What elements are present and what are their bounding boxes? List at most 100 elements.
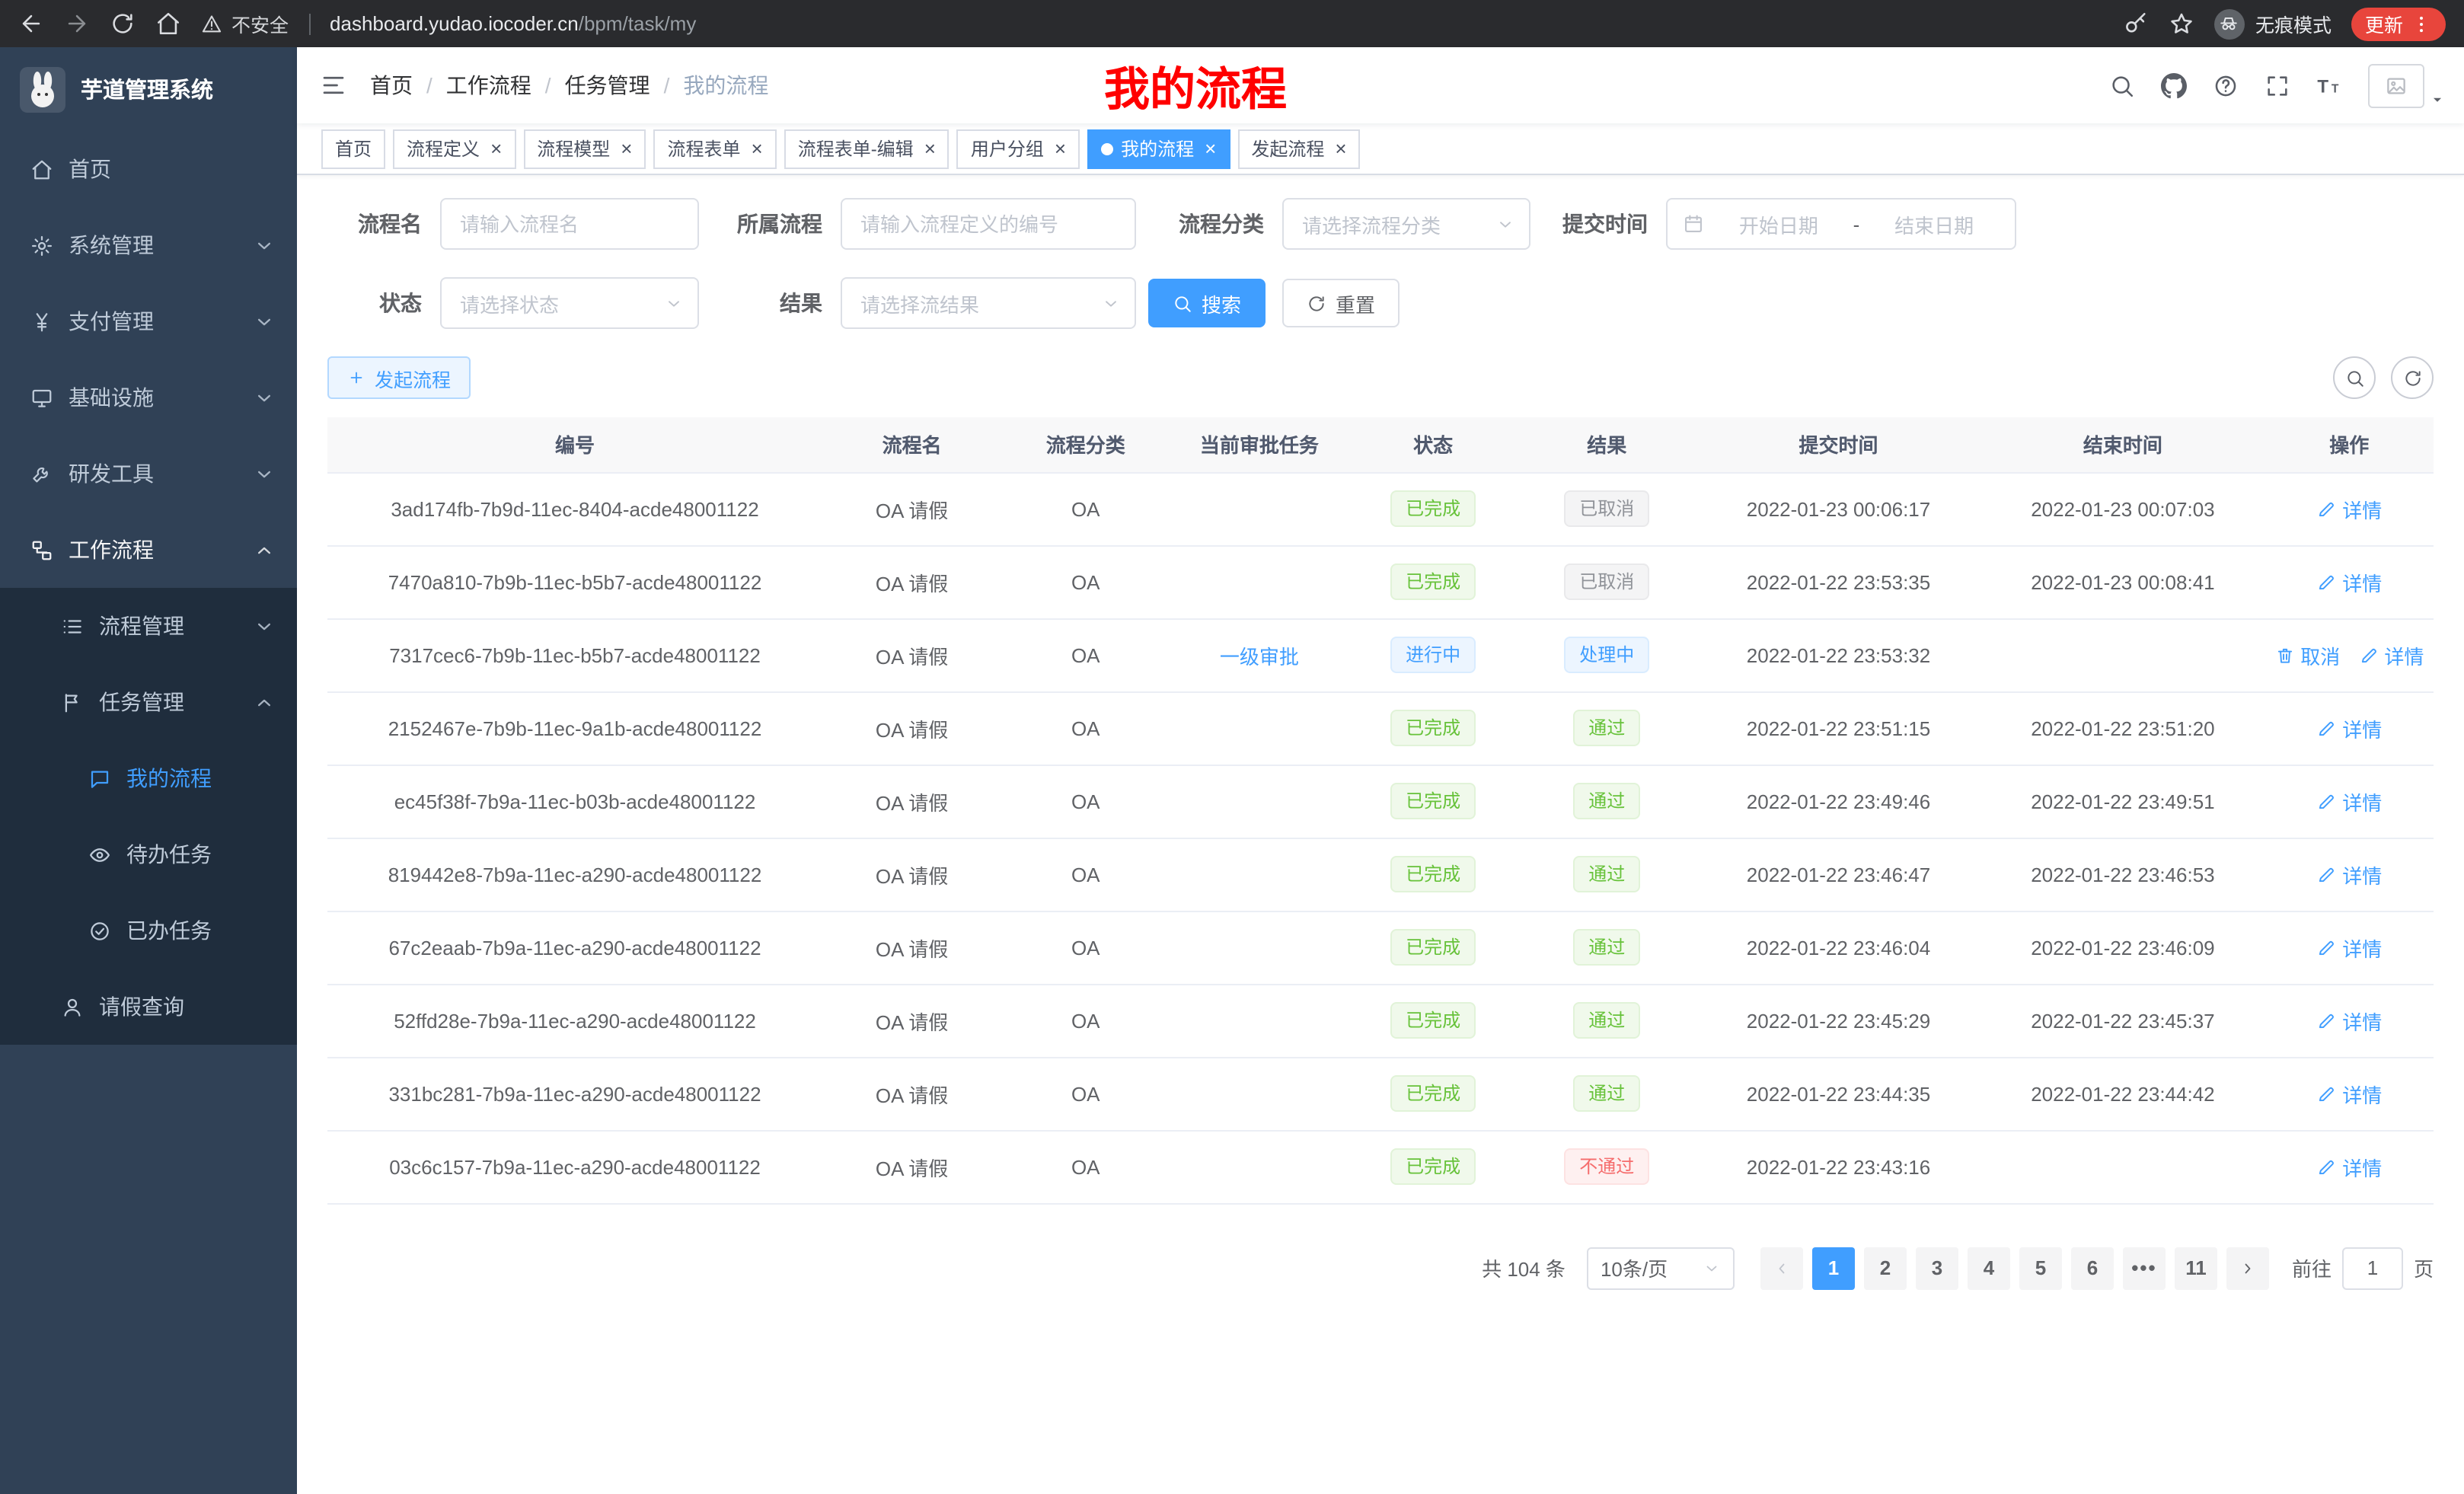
process-name-input[interactable]	[440, 198, 699, 250]
tab-label: 流程定义	[407, 136, 480, 161]
sidebar-item-8[interactable]: 我的流程	[0, 740, 297, 816]
current-task-link[interactable]: 一级审批	[1220, 640, 1299, 669]
address-bar[interactable]: dashboard.yudao.iocoder.cn/bpm/task/my	[330, 12, 696, 35]
pagination-more-button[interactable]: •••	[2123, 1247, 2166, 1289]
breadcrumb-item[interactable]: 工作流程	[446, 70, 531, 101]
browser-back-button[interactable]	[18, 11, 44, 37]
pagination-page-4[interactable]: 4	[1968, 1247, 2010, 1289]
result-select[interactable]: 请选择流结果	[841, 277, 1136, 329]
process-def-input[interactable]	[841, 198, 1136, 250]
pagination-page-2[interactable]: 2	[1864, 1247, 1907, 1289]
close-icon[interactable]: ×	[1055, 139, 1066, 158]
sidebar-toggle-button[interactable]	[297, 47, 370, 123]
detail-link[interactable]: 详情	[2316, 567, 2382, 596]
browser-home-button[interactable]	[155, 11, 181, 37]
detail-link[interactable]: 详情	[2358, 640, 2424, 669]
reset-button[interactable]: 重置	[1282, 279, 1400, 327]
sidebar-item-5[interactable]: 工作流程	[0, 512, 297, 588]
tab-1[interactable]: 流程定义 ×	[393, 129, 515, 168]
browser-menu-icon[interactable]	[2411, 13, 2432, 34]
pagination-page-3[interactable]: 3	[1916, 1247, 1958, 1289]
search-button[interactable]: 搜索	[1148, 279, 1266, 327]
category-select[interactable]: 请选择流程分类	[1282, 198, 1530, 250]
sidebar-item-9[interactable]: 待办任务	[0, 816, 297, 892]
fullscreen-icon[interactable]	[2265, 72, 2290, 98]
table-body: 3ad174fb-7b9d-11ec-8404-acde48001122OA 请…	[327, 472, 2434, 1203]
close-icon[interactable]: ×	[1335, 139, 1346, 158]
detail-link[interactable]: 详情	[2316, 713, 2382, 742]
sidebar-item-10[interactable]: 已办任务	[0, 892, 297, 969]
close-icon[interactable]: ×	[490, 139, 502, 158]
github-icon[interactable]	[2161, 72, 2187, 98]
detail-link[interactable]: 详情	[2316, 1152, 2382, 1181]
sidebar-item-0[interactable]: 首页	[0, 131, 297, 207]
key-icon[interactable]	[2123, 11, 2149, 37]
toggle-search-button[interactable]	[2333, 356, 2376, 399]
prev-page-button[interactable]	[1760, 1247, 1803, 1289]
column-header: 状态	[1348, 417, 1517, 472]
sidebar-item-11[interactable]: 请假查询	[0, 969, 297, 1045]
close-icon[interactable]: ×	[752, 139, 763, 158]
page-size-select[interactable]: 10条/页	[1587, 1247, 1735, 1289]
sidebar-item-label: 系统管理	[69, 230, 154, 260]
cancel-link[interactable]: 取消	[2274, 640, 2340, 669]
close-icon[interactable]: ×	[1205, 139, 1216, 158]
cell-category: OA	[1001, 911, 1170, 984]
cell-actions: 详情	[2265, 765, 2434, 838]
sidebar-item-1[interactable]: 系统管理	[0, 207, 297, 283]
goto-page-input[interactable]	[2342, 1247, 2403, 1289]
close-icon[interactable]: ×	[924, 139, 936, 158]
tab-3[interactable]: 流程表单×	[653, 129, 776, 168]
font-size-icon[interactable]: TT	[2316, 72, 2342, 98]
tab-2[interactable]: 流程模型×	[523, 129, 646, 168]
bookmark-star-icon[interactable]	[2169, 11, 2194, 37]
result-label: 结果	[699, 288, 822, 318]
cell-task	[1170, 765, 1348, 838]
pagination-pages: 123456•••11	[1808, 1247, 2222, 1289]
close-icon[interactable]: ×	[621, 139, 632, 158]
next-page-button[interactable]	[2226, 1247, 2269, 1289]
tab-7[interactable]: 发起流程×	[1237, 129, 1360, 168]
detail-link[interactable]: 详情	[2316, 787, 2382, 816]
cell-submit-time: 2022-01-22 23:53:32	[1696, 618, 1980, 691]
sidebar-item-7[interactable]: 任务管理	[0, 664, 297, 740]
cell-name: OA 请假	[822, 984, 1001, 1057]
create-process-button[interactable]: 发起流程	[327, 356, 471, 399]
browser-reload-button[interactable]	[110, 11, 136, 37]
pagination-page-1[interactable]: 1	[1812, 1247, 1855, 1289]
delete-icon	[2274, 645, 2294, 665]
cell-end-time	[1980, 618, 2265, 691]
cell-actions: 详情	[2265, 1130, 2434, 1203]
sidebar-item-3[interactable]: 基础设施	[0, 359, 297, 436]
status-select[interactable]: 请选择状态	[440, 277, 699, 329]
detail-link[interactable]: 详情	[2316, 1079, 2382, 1108]
pagination-page-5[interactable]: 5	[2019, 1247, 2062, 1289]
cell-submit-time: 2022-01-22 23:46:04	[1696, 911, 1980, 984]
app-logo: 芋道管理系统	[0, 47, 297, 131]
tab-0[interactable]: 首页	[321, 129, 385, 168]
pagination-page-11[interactable]: 11	[2175, 1247, 2217, 1289]
sidebar-item-2[interactable]: 支付管理	[0, 283, 297, 359]
cell-submit-time: 2022-01-22 23:51:15	[1696, 691, 1980, 765]
detail-link[interactable]: 详情	[2316, 860, 2382, 889]
help-icon[interactable]	[2213, 72, 2239, 98]
detail-link[interactable]: 详情	[2316, 933, 2382, 962]
detail-link[interactable]: 详情	[2316, 1006, 2382, 1035]
breadcrumb-item[interactable]: 任务管理	[565, 70, 650, 101]
submit-time-range[interactable]: 开始日期 - 结束日期	[1666, 198, 2016, 250]
sidebar-item-4[interactable]: 研发工具	[0, 436, 297, 512]
browser-forward-button[interactable]	[64, 11, 90, 37]
header-search-icon[interactable]	[2109, 72, 2135, 98]
pagination-page-6[interactable]: 6	[2071, 1247, 2114, 1289]
breadcrumb-item[interactable]: 首页	[370, 70, 413, 101]
refresh-table-button[interactable]	[2391, 356, 2434, 399]
tab-4[interactable]: 流程表单-编辑×	[784, 129, 950, 168]
tab-5[interactable]: 用户分组×	[957, 129, 1080, 168]
detail-link[interactable]: 详情	[2316, 494, 2382, 523]
sidebar-item-6[interactable]: 流程管理	[0, 588, 297, 664]
browser-update-button[interactable]: 更新	[2351, 7, 2446, 40]
user-avatar-menu[interactable]	[2368, 63, 2446, 107]
tab-6[interactable]: 我的流程×	[1087, 129, 1230, 168]
chevron-down-icon	[253, 234, 276, 257]
security-chip[interactable]: 不安全	[201, 9, 289, 38]
